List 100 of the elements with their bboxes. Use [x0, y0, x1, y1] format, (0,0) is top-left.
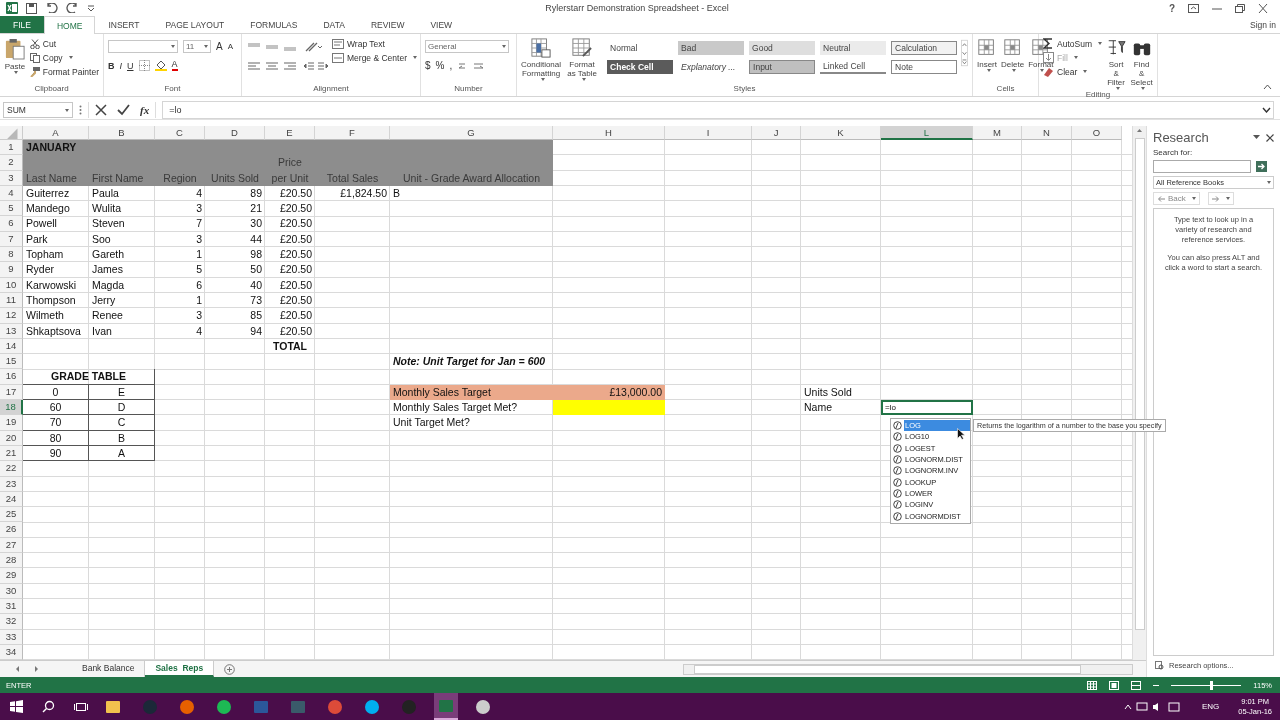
row-header[interactable]: 1 — [0, 140, 23, 156]
text-style-button[interactable]: I — [119, 60, 122, 71]
column-header[interactable]: E — [265, 126, 315, 140]
font-size-field[interactable]: 11 — [183, 40, 211, 53]
copy-button[interactable]: Copy — [29, 52, 99, 63]
undo-icon[interactable] — [45, 3, 58, 13]
cell-style-option[interactable]: Note — [891, 60, 958, 74]
restore-icon[interactable] — [1235, 3, 1245, 13]
column-header[interactable]: A — [23, 126, 89, 140]
name-box[interactable]: SUM — [3, 102, 73, 118]
row-header[interactable]: 15 — [0, 354, 23, 370]
help-button[interactable]: ? — [1168, 2, 1175, 14]
cell-style-option[interactable]: Linked Cell — [820, 60, 887, 74]
zoom-thumb[interactable] — [1209, 680, 1213, 690]
row-header[interactable]: 2 — [0, 155, 23, 171]
column-header[interactable]: J — [752, 126, 801, 140]
cell-style-option[interactable]: Good — [749, 41, 816, 55]
row-header[interactable]: 19 — [0, 415, 23, 431]
horizontal-scrollbar[interactable] — [683, 663, 1133, 675]
column-header[interactable]: I — [665, 126, 752, 140]
app-icon[interactable] — [216, 698, 232, 715]
collapse-ribbon-icon[interactable] — [1263, 84, 1272, 90]
row-header[interactable]: 8 — [0, 247, 23, 263]
row-header[interactable]: 22 — [0, 461, 23, 477]
row-header[interactable]: 25 — [0, 507, 23, 523]
format-painter-button[interactable]: Format Painter — [29, 66, 99, 77]
ribbon-tab[interactable]: INSERT — [95, 16, 153, 33]
app-icon[interactable] — [364, 698, 380, 715]
pane-options-icon[interactable] — [1253, 135, 1260, 140]
go-icon[interactable] — [1256, 161, 1267, 172]
ribbon-tab[interactable]: FILE — [0, 16, 44, 33]
insert-function-button[interactable]: fx — [140, 104, 150, 116]
row-header[interactable]: 9 — [0, 262, 23, 278]
cells-button[interactable]: Insert — [977, 36, 997, 72]
folder-icon[interactable] — [105, 698, 121, 715]
cell-style-option[interactable]: Check Cell — [607, 60, 674, 74]
active-cell[interactable]: =lo — [881, 400, 973, 416]
wrap-text-button[interactable]: Wrap Text — [332, 38, 417, 49]
text-style-button[interactable]: B — [108, 60, 115, 71]
shrink-font-button[interactable]: A — [227, 42, 233, 51]
column-header[interactable]: D — [205, 126, 265, 140]
fill-color-icon[interactable] — [154, 60, 167, 71]
customize-icon[interactable] — [87, 4, 95, 12]
ribbon-tab[interactable]: REVIEW — [357, 16, 418, 33]
next-sheet-icon[interactable] — [32, 665, 40, 673]
column-header[interactable]: H — [553, 126, 665, 140]
row-header[interactable]: 32 — [0, 614, 23, 630]
save-icon[interactable] — [26, 2, 37, 14]
close-icon[interactable] — [1258, 3, 1268, 13]
task-view-icon[interactable] — [74, 700, 88, 713]
conditional-formatting-button[interactable]: Conditional Formatting — [521, 36, 562, 81]
ribbon-tab[interactable]: PAGE LAYOUT — [152, 16, 238, 33]
column-header[interactable]: L — [881, 126, 973, 140]
number-format-button[interactable]: $ — [425, 60, 431, 71]
ribbon-tab[interactable]: DATA — [310, 16, 358, 33]
back-button[interactable]: Back — [1153, 192, 1200, 205]
number-format-button[interactable]: % — [435, 60, 445, 71]
enter-icon[interactable] — [117, 104, 130, 116]
ribbon-display-icon[interactable] — [1188, 3, 1199, 13]
row-header[interactable]: 6 — [0, 216, 23, 232]
format-as-table-button[interactable]: Format as Table — [565, 36, 600, 81]
search-icon[interactable] — [42, 700, 55, 713]
column-header[interactable]: F — [315, 126, 390, 140]
font-name-field[interactable] — [108, 40, 178, 53]
expand-icon[interactable] — [1262, 107, 1271, 113]
column-header[interactable]: N — [1022, 126, 1072, 140]
close-icon[interactable] — [1266, 133, 1274, 142]
cell-style-option[interactable]: Neutral — [820, 41, 887, 55]
grow-font-button[interactable]: A — [216, 41, 223, 52]
row-header[interactable]: 5 — [0, 201, 23, 217]
row-header[interactable]: 18 — [0, 400, 23, 416]
row-header[interactable]: 29 — [0, 568, 23, 584]
row-header[interactable]: 12 — [0, 308, 23, 324]
row-header[interactable]: 26 — [0, 522, 23, 538]
cell-style-option[interactable]: Calculation — [891, 41, 958, 55]
windows-logo-icon[interactable] — [10, 700, 23, 713]
orientation-icon[interactable] — [304, 42, 322, 52]
ribbon-tab[interactable]: FORMULAS — [237, 16, 311, 33]
normal-view-icon[interactable] — [1087, 680, 1098, 690]
previous-sheet-icon[interactable] — [14, 665, 22, 673]
cancel-icon[interactable] — [95, 104, 107, 116]
page-break-icon[interactable] — [1131, 680, 1142, 690]
sign-in-link[interactable]: Sign in — [1250, 19, 1276, 30]
column-header[interactable]: M — [973, 126, 1022, 140]
search-field[interactable] — [1153, 160, 1251, 173]
cut-button[interactable]: Cut — [29, 38, 99, 49]
editing-button[interactable]: AutoSum — [1043, 38, 1102, 49]
add-sheet-icon[interactable] — [224, 663, 236, 675]
borders-icon[interactable] — [138, 60, 150, 71]
row-header[interactable]: 28 — [0, 553, 23, 569]
formula-input[interactable]: =lo — [162, 101, 1274, 119]
ribbon-tab[interactable]: VIEW — [417, 16, 466, 33]
tray-icons[interactable] — [1122, 701, 1183, 712]
ribbon-tab[interactable]: HOME — [43, 16, 96, 34]
cell-style-option[interactable]: Input — [749, 60, 816, 74]
row-header[interactable]: 16 — [0, 369, 23, 385]
editing-button[interactable]: Clear — [1043, 66, 1102, 77]
column-header[interactable]: O — [1072, 126, 1122, 140]
column-header[interactable]: G — [390, 126, 553, 140]
redo-icon[interactable] — [66, 3, 79, 13]
